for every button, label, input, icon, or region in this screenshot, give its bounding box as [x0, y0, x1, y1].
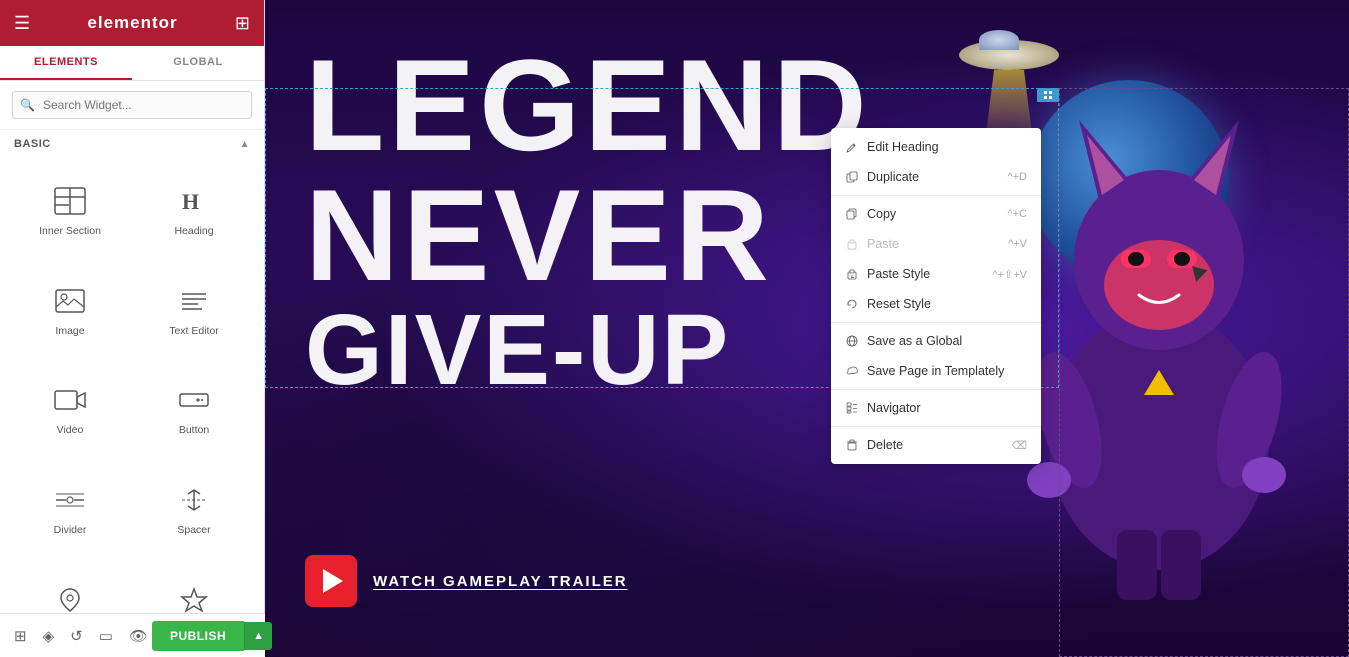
- text-editor-icon: [176, 283, 212, 319]
- search-input[interactable]: [12, 91, 252, 119]
- svg-text:H: H: [182, 189, 199, 214]
- widget-image[interactable]: Image: [8, 258, 132, 358]
- paste-style-icon: [845, 267, 859, 281]
- copy-icon: [845, 207, 859, 221]
- publish-btn-wrap: PUBLISH ▲: [152, 621, 272, 651]
- sidebar-header: ☰ elementor ⊞: [0, 0, 264, 46]
- main-canvas[interactable]: LEGEND NEVER GIVE-UP WATCH GAMEPLAY TRAI…: [265, 0, 1349, 657]
- hamburger-icon[interactable]: ☰: [14, 13, 30, 34]
- context-menu-paste-style[interactable]: Paste Style ^+⇧+V: [831, 259, 1041, 289]
- context-menu-delete[interactable]: Delete ⌫: [831, 430, 1041, 460]
- trash-icon: [845, 438, 859, 452]
- chevron-down-icon: ▲: [240, 139, 250, 150]
- widget-text-editor-label: Text Editor: [169, 325, 219, 337]
- widget-spacer[interactable]: Spacer: [132, 457, 256, 557]
- widget-video-label: Video: [57, 424, 84, 436]
- paste-icon: [845, 237, 859, 251]
- grid-icon[interactable]: ⊞: [235, 13, 250, 34]
- section-label[interactable]: BASIC ▲: [0, 130, 264, 158]
- hero-line1: LEGEND: [305, 40, 1349, 170]
- sidebar: ☰ elementor ⊞ ELEMENTS GLOBAL 🔍 BASIC ▲: [0, 0, 265, 657]
- button-icon: [176, 382, 212, 418]
- bottom-icons: ⊞ ◈ ↺ ▭ 👁: [10, 623, 152, 649]
- sidebar-tabs: ELEMENTS GLOBAL: [0, 46, 264, 81]
- widget-inner-section[interactable]: Inner Section: [8, 158, 132, 258]
- widget-divider-label: Divider: [54, 524, 87, 536]
- context-divider-4: [831, 426, 1041, 427]
- context-menu-navigator[interactable]: Navigator: [831, 393, 1041, 423]
- hero-text: LEGEND NEVER GIVE-UP: [265, 40, 1349, 400]
- inner-section-icon: [52, 183, 88, 219]
- trailer-row: WATCH GAMEPLAY TRAILER: [305, 555, 628, 607]
- divider-icon: [52, 482, 88, 518]
- context-divider-1: [831, 195, 1041, 196]
- search-bar: 🔍: [0, 81, 264, 130]
- context-menu-duplicate[interactable]: Duplicate ^+D: [831, 162, 1041, 192]
- play-triangle-icon: [323, 569, 343, 593]
- video-icon: [52, 382, 88, 418]
- tab-global[interactable]: GLOBAL: [132, 46, 264, 80]
- context-menu-save-global[interactable]: Save as a Global: [831, 326, 1041, 356]
- theme-icon[interactable]: ◈: [39, 623, 59, 649]
- preview-icon[interactable]: 👁: [125, 623, 152, 649]
- context-menu-reset-style[interactable]: Reset Style: [831, 289, 1041, 319]
- cloud-icon: [845, 364, 859, 378]
- widget-image-label: Image: [55, 325, 84, 337]
- bottom-bar: ⊞ ◈ ↺ ▭ 👁 PUBLISH ▲: [0, 613, 265, 657]
- widget-divider[interactable]: Divider: [8, 457, 132, 557]
- widgets-grid: Inner Section H Heading Image: [0, 158, 264, 657]
- widget-spacer-label: Spacer: [177, 524, 210, 536]
- elementor-logo: elementor: [87, 13, 177, 33]
- context-menu-copy[interactable]: Copy ^+C: [831, 199, 1041, 229]
- history-icon[interactable]: ↺: [66, 623, 87, 649]
- context-divider-2: [831, 322, 1041, 323]
- context-divider-3: [831, 389, 1041, 390]
- widget-button-label: Button: [179, 424, 209, 436]
- layers-icon[interactable]: ⊞: [10, 623, 31, 649]
- responsive-icon[interactable]: ▭: [95, 623, 117, 649]
- heading-icon: H: [176, 183, 212, 219]
- widget-inner-section-label: Inner Section: [39, 225, 101, 237]
- trailer-text[interactable]: WATCH GAMEPLAY TRAILER: [373, 573, 628, 590]
- context-menu-paste: Paste ^+V: [831, 229, 1041, 259]
- hero-line3: GIVE-UP: [305, 300, 1349, 400]
- widget-text-editor[interactable]: Text Editor: [132, 258, 256, 358]
- spacer-icon: [176, 482, 212, 518]
- duplicate-icon: [845, 170, 859, 184]
- search-icon: 🔍: [20, 98, 35, 112]
- globe-icon: [845, 334, 859, 348]
- play-button[interactable]: [305, 555, 357, 607]
- context-menu-edit-heading[interactable]: Edit Heading: [831, 132, 1041, 162]
- widget-button[interactable]: Button: [132, 358, 256, 458]
- widget-video[interactable]: Video: [8, 358, 132, 458]
- widget-heading-label: Heading: [174, 225, 213, 237]
- navigator-icon: [845, 401, 859, 415]
- publish-arrow-button[interactable]: ▲: [244, 622, 272, 650]
- tab-elements[interactable]: ELEMENTS: [0, 46, 132, 80]
- widget-heading[interactable]: H Heading: [132, 158, 256, 258]
- pencil-icon: [845, 140, 859, 154]
- publish-button[interactable]: PUBLISH: [152, 621, 244, 651]
- image-icon: [52, 283, 88, 319]
- context-menu-save-page[interactable]: Save Page in Templately: [831, 356, 1041, 386]
- context-menu: Edit Heading Duplicate ^+D Copy ^+C: [831, 128, 1041, 464]
- reset-icon: [845, 297, 859, 311]
